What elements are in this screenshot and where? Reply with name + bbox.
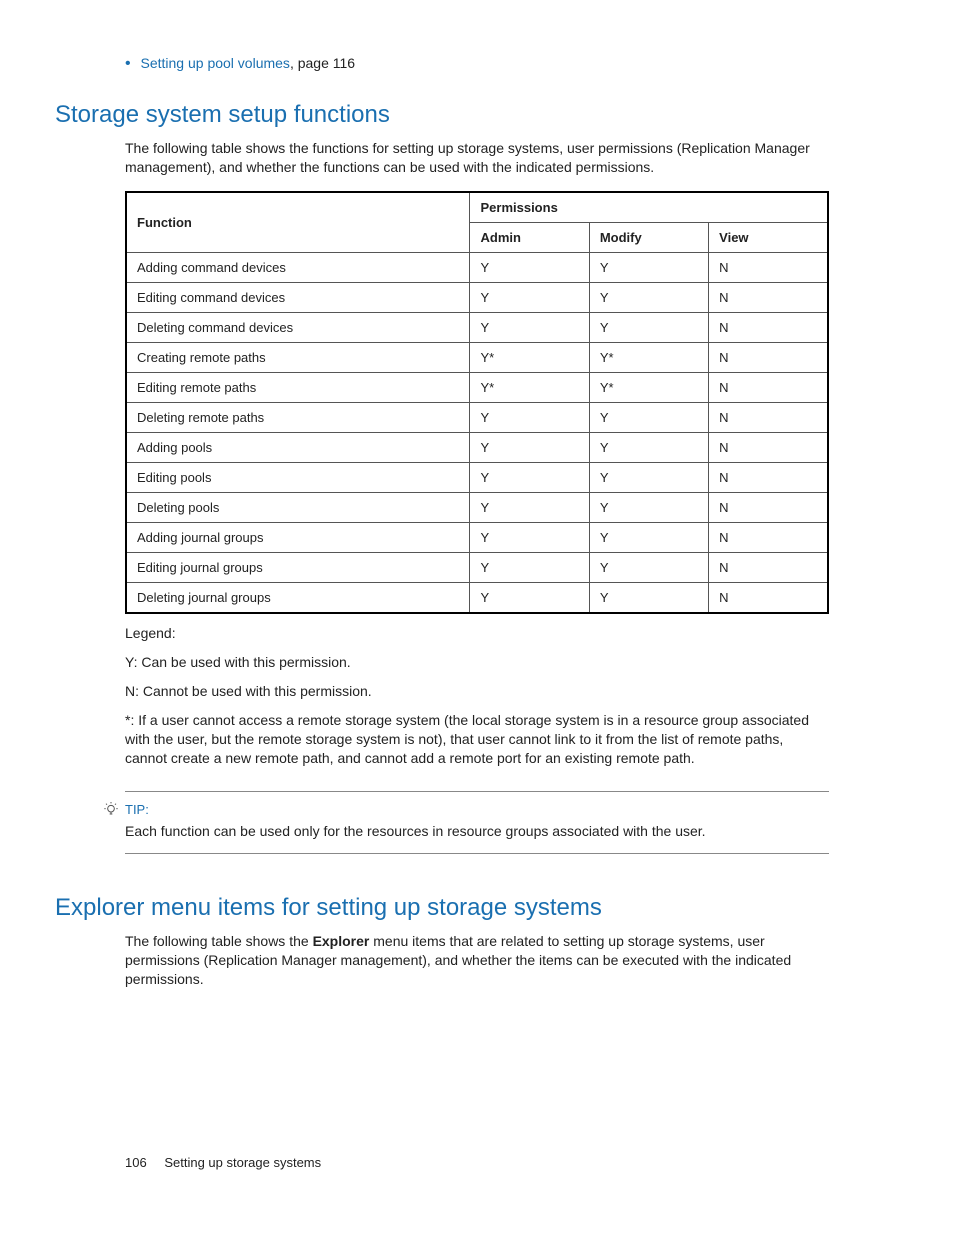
table-cell: N <box>709 313 828 343</box>
table-row: Deleting remote pathsYYN <box>126 403 828 433</box>
table-cell: Y <box>470 253 589 283</box>
table-row: Deleting journal groupsYYN <box>126 583 828 614</box>
table-cell: N <box>709 343 828 373</box>
heading-storage-system-setup-functions: Storage system setup functions <box>55 101 829 129</box>
table-cell: Y <box>589 313 708 343</box>
table-row: Creating remote pathsY*Y*N <box>126 343 828 373</box>
bullet-list-item: • Setting up pool volumes, page 116 <box>125 55 829 73</box>
table-cell: Editing pools <box>126 463 470 493</box>
legend-star: *: If a user cannot access a remote stor… <box>125 711 829 768</box>
page-footer: 106 Setting up storage systems <box>125 1155 321 1170</box>
footer-title: Setting up storage systems <box>164 1155 321 1170</box>
table-cell: Editing remote paths <box>126 373 470 403</box>
table-row: Deleting command devicesYYN <box>126 313 828 343</box>
table-cell: Y <box>470 403 589 433</box>
page-number: 106 <box>125 1155 147 1170</box>
table-cell: Y <box>589 283 708 313</box>
table-row: Editing poolsYYN <box>126 463 828 493</box>
table-cell: N <box>709 463 828 493</box>
table-cell: N <box>709 283 828 313</box>
table-cell: N <box>709 403 828 433</box>
bullet-rest-text: , page 116 <box>290 55 355 71</box>
table-cell: Y* <box>589 343 708 373</box>
table-cell: Y <box>470 493 589 523</box>
table-cell: Y <box>470 553 589 583</box>
table-row: Deleting poolsYYN <box>126 493 828 523</box>
table-cell: Deleting journal groups <box>126 583 470 614</box>
table-cell: Y <box>589 523 708 553</box>
table-cell: Adding pools <box>126 433 470 463</box>
tip-text: Each function can be used only for the r… <box>125 823 706 839</box>
th-function: Function <box>126 192 470 253</box>
table-cell: Y <box>470 523 589 553</box>
table-cell: Deleting pools <box>126 493 470 523</box>
lightbulb-icon <box>103 802 125 821</box>
legend-title: Legend: <box>125 624 829 643</box>
table-cell: Adding command devices <box>126 253 470 283</box>
table-row: Editing command devicesYYN <box>126 283 828 313</box>
table-row: Adding journal groupsYYN <box>126 523 828 553</box>
table-cell: Editing journal groups <box>126 553 470 583</box>
table-cell: Y* <box>470 343 589 373</box>
tip-label: TIP: <box>125 802 706 817</box>
table-row: Editing journal groupsYYN <box>126 553 828 583</box>
bullet-icon: • <box>125 55 131 72</box>
tip-block: TIP: Each function can be used only for … <box>125 791 829 854</box>
table-cell: Y <box>470 313 589 343</box>
table-cell: Y <box>589 493 708 523</box>
table-cell: Y <box>589 403 708 433</box>
th-modify: Modify <box>589 223 708 253</box>
table-cell: Editing command devices <box>126 283 470 313</box>
table-cell: N <box>709 553 828 583</box>
permissions-table: Function Permissions Admin Modify View A… <box>125 191 829 614</box>
table-cell: Y* <box>470 373 589 403</box>
table-cell: Y <box>589 433 708 463</box>
document-page: • Setting up pool volumes, page 116 Stor… <box>0 0 954 1235</box>
th-admin: Admin <box>470 223 589 253</box>
th-view: View <box>709 223 828 253</box>
legend-n: N: Cannot be used with this permission. <box>125 682 829 701</box>
table-cell: Y <box>589 553 708 583</box>
section2-intro-pre: The following table shows the <box>125 933 313 949</box>
table-cell: N <box>709 583 828 614</box>
section1-intro: The following table shows the functions … <box>125 139 829 177</box>
table-cell: Y <box>589 253 708 283</box>
table-cell: Y* <box>589 373 708 403</box>
table-row: Editing remote pathsY*Y*N <box>126 373 828 403</box>
table-cell: N <box>709 373 828 403</box>
table-row: Adding command devicesYYN <box>126 253 828 283</box>
table-cell: Y <box>470 583 589 614</box>
table-cell: N <box>709 523 828 553</box>
link-setting-up-pool-volumes[interactable]: Setting up pool volumes <box>141 55 290 71</box>
table-cell: Deleting command devices <box>126 313 470 343</box>
table-cell: Y <box>589 463 708 493</box>
legend-block: Legend: Y: Can be used with this permiss… <box>125 624 829 767</box>
table-cell: Adding journal groups <box>126 523 470 553</box>
heading-explorer-menu-items: Explorer menu items for setting up stora… <box>55 894 829 922</box>
table-cell: Deleting remote paths <box>126 403 470 433</box>
table-cell: N <box>709 493 828 523</box>
th-permissions: Permissions <box>470 192 828 223</box>
table-cell: N <box>709 433 828 463</box>
section2-intro: The following table shows the Explorer m… <box>125 932 829 989</box>
table-cell: Creating remote paths <box>126 343 470 373</box>
table-cell: N <box>709 253 828 283</box>
table-header-row-1: Function Permissions <box>126 192 828 223</box>
table-cell: Y <box>470 433 589 463</box>
table-cell: Y <box>470 463 589 493</box>
table-cell: Y <box>470 283 589 313</box>
table-cell: Y <box>589 583 708 614</box>
legend-y: Y: Can be used with this permission. <box>125 653 829 672</box>
section2-intro-bold: Explorer <box>313 933 370 949</box>
table-row: Adding poolsYYN <box>126 433 828 463</box>
